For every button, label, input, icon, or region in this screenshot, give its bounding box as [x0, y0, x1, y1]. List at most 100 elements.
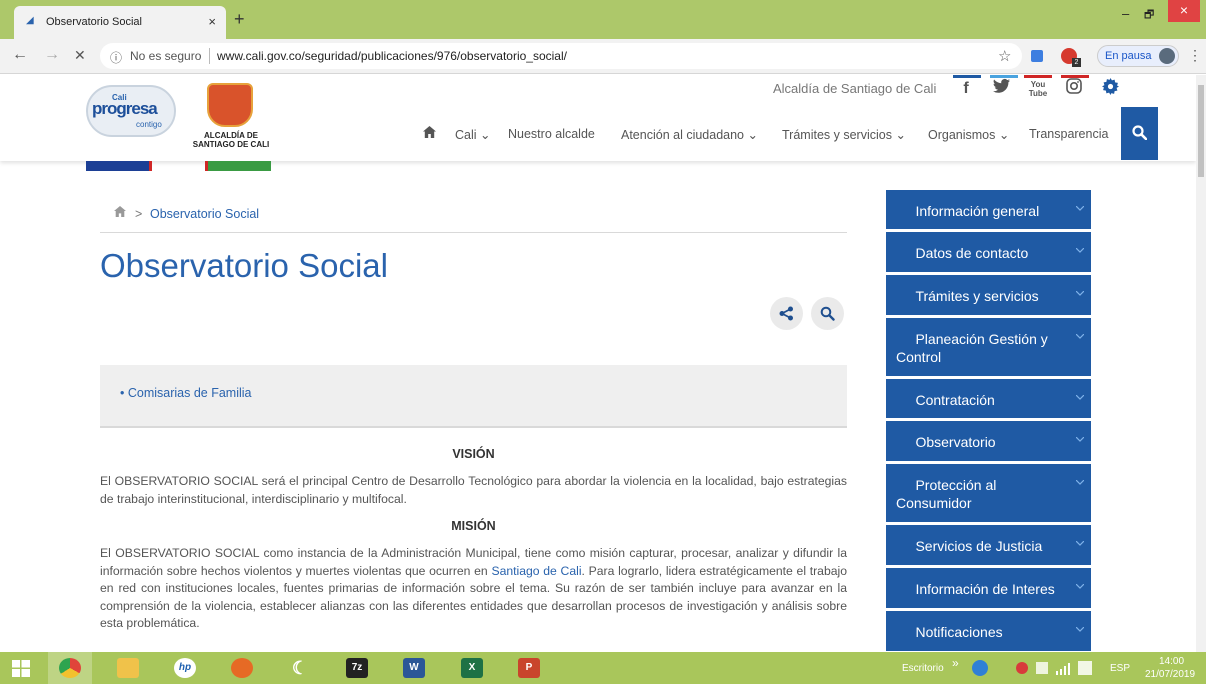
back-button[interactable]: ←: [12, 47, 28, 63]
list-item-link[interactable]: Comisarias de Familia: [128, 386, 252, 400]
sidebar-item-informacion-general[interactable]: Información general: [886, 190, 1091, 229]
url-text[interactable]: www.cali.gov.co/seguridad/publicaciones/…: [217, 49, 567, 63]
share-icon: [779, 306, 793, 321]
twitter-icon[interactable]: [991, 78, 1013, 100]
sidebar-item-proteccion-consumidor[interactable]: Protección al Consumidor: [886, 464, 1091, 522]
flag-blue-stripe: [86, 161, 152, 171]
clock-time[interactable]: 14:00: [1159, 656, 1184, 667]
sidebar-item-label: Trámites y servicios: [915, 288, 1039, 304]
nav-label: Cali: [455, 128, 477, 142]
nav-item-nuestro-alcalde[interactable]: Nuestro alcalde: [508, 127, 595, 141]
sidebar-item-label: Planeación Gestión y Control: [896, 331, 1048, 365]
sidebar-item-planeacion[interactable]: Planeación Gestión y Control: [886, 318, 1091, 376]
search-icon: [820, 306, 835, 321]
file-explorer-taskbar-button[interactable]: [106, 652, 150, 684]
alcaldia-crest-logo[interactable]: [207, 83, 253, 127]
nav-label: Nuestro alcalde: [508, 127, 595, 141]
nav-item-transparencia[interactable]: Transparencia: [1029, 127, 1108, 141]
7zip-icon: 7z: [346, 658, 368, 678]
new-tab-button[interactable]: +: [234, 10, 245, 28]
signal-icon[interactable]: [1056, 662, 1070, 675]
word-taskbar-button[interactable]: W: [392, 652, 436, 684]
nav-item-organismos[interactable]: Organismos ⌄: [928, 127, 1009, 142]
nav-item-atencion[interactable]: Atención al ciudadano ⌄: [621, 127, 758, 142]
cali-progresa-logo[interactable]: Cali progresa contigo: [86, 85, 176, 137]
volume-icon[interactable]: [1078, 661, 1092, 675]
app-taskbar-button[interactable]: ☾: [278, 652, 322, 684]
profile-button[interactable]: En pausa: [1097, 45, 1179, 67]
breadcrumb-current[interactable]: Observatorio Social: [150, 207, 259, 221]
forward-button[interactable]: →: [44, 47, 60, 63]
chevron-down-icon: [1076, 334, 1084, 342]
window-close-button[interactable]: ×: [1168, 0, 1200, 22]
7zip-taskbar-button[interactable]: 7z: [335, 652, 379, 684]
excel-taskbar-button[interactable]: X: [450, 652, 494, 684]
chevron-down-icon: [1076, 627, 1084, 635]
flag-green-stripe: [205, 161, 271, 171]
stop-button[interactable]: ✕: [74, 47, 86, 63]
sidebar-item-contratacion[interactable]: Contratación: [886, 379, 1091, 418]
page-scrollbar[interactable]: [1196, 75, 1206, 652]
tray-app-icon[interactable]: [1016, 662, 1028, 674]
nav-item-tramites[interactable]: Trámites y servicios ⌄: [782, 127, 906, 142]
sidebar-item-datos-contacto[interactable]: Datos de contacto: [886, 232, 1091, 272]
share-button[interactable]: [770, 297, 803, 330]
download-extension-icon[interactable]: [1031, 50, 1043, 62]
facebook-icon[interactable]: f: [955, 78, 977, 100]
browser-tab-bar: ◢ Observatorio Social × + – 🗗 ×: [0, 0, 1206, 39]
tab-title: Observatorio Social: [46, 16, 142, 28]
security-status[interactable]: No es seguro: [130, 49, 201, 63]
chevron-down-icon: [1076, 437, 1084, 445]
page-title: Observatorio Social: [100, 247, 388, 284]
firefox-taskbar-button[interactable]: [220, 652, 264, 684]
desktop-toolbar-label[interactable]: Escritorio: [902, 663, 944, 674]
powerpoint-taskbar-button[interactable]: P: [507, 652, 551, 684]
gear-icon[interactable]: [1099, 78, 1121, 100]
sidebar-item-notificaciones[interactable]: Notificaciones: [886, 611, 1091, 651]
home-icon[interactable]: [423, 126, 436, 141]
browser-tab[interactable]: ◢ Observatorio Social ×: [14, 6, 226, 39]
help-tray-icon[interactable]: [972, 660, 988, 676]
nav-item-cali[interactable]: Cali ⌄: [455, 127, 491, 142]
excel-icon: X: [461, 658, 483, 678]
start-button[interactable]: [0, 652, 44, 684]
youtube-accent-bar: [1024, 75, 1052, 78]
omnibox-divider: [209, 48, 210, 64]
address-bar[interactable]: ⓘ No es seguro www.cali.gov.co/seguridad…: [100, 43, 1022, 69]
logo-progresa-text: progresa: [92, 99, 158, 118]
alcaldia-line-1: ALCALDÍA DE: [204, 131, 258, 140]
windows-icon: [12, 660, 30, 677]
close-tab-icon[interactable]: ×: [208, 14, 216, 29]
site-header: Cali progresa contigo ALCALDÍA DE SANTIA…: [0, 75, 1196, 161]
browser-toolbar: ← → ✕ ⓘ No es seguro www.cali.gov.co/seg…: [0, 39, 1206, 74]
chevron-down-icon: ⌄: [747, 128, 758, 142]
santiago-de-cali-link[interactable]: Santiago de Cali: [491, 564, 581, 578]
scrollbar-thumb[interactable]: [1198, 85, 1204, 177]
chrome-taskbar-button[interactable]: [48, 652, 92, 684]
sidebar-item-servicios-justicia[interactable]: Servicios de Justicia: [886, 525, 1091, 565]
site-favicon-icon: ◢: [26, 15, 34, 26]
tray-device-icon[interactable]: [1036, 662, 1048, 674]
sidebar-item-label: Información de Interes: [915, 581, 1055, 597]
sidebar-item-informacion-interes[interactable]: Información de Interes: [886, 568, 1091, 608]
browser-menu-icon[interactable]: ⋮: [1188, 48, 1202, 62]
bookmark-star-icon[interactable]: ☆: [998, 47, 1011, 65]
info-icon[interactable]: ⓘ: [110, 49, 122, 66]
hp-taskbar-button[interactable]: hp: [163, 652, 207, 684]
toolbar-overflow-icon[interactable]: »: [952, 656, 959, 670]
minimize-button[interactable]: –: [1122, 6, 1129, 21]
instagram-icon[interactable]: [1063, 78, 1085, 100]
page-search-button[interactable]: [811, 297, 844, 330]
sidebar-item-observatorio[interactable]: Observatorio: [886, 421, 1091, 461]
youtube-icon[interactable]: You Tube: [1027, 80, 1049, 102]
site-search-button[interactable]: [1121, 107, 1158, 160]
chevron-down-icon: [1076, 248, 1084, 256]
list-item[interactable]: • Comisarias de Familia: [120, 386, 252, 400]
language-indicator[interactable]: ESP: [1110, 663, 1130, 674]
mision-heading: MISIÓN: [451, 519, 496, 533]
sidebar-item-label: Contratación: [915, 392, 995, 408]
restore-button[interactable]: 🗗: [1144, 6, 1158, 21]
sidebar-item-tramites[interactable]: Trámites y servicios: [886, 275, 1091, 315]
clock-date[interactable]: 21/07/2019: [1145, 669, 1195, 680]
breadcrumb-home-icon[interactable]: [114, 206, 126, 220]
